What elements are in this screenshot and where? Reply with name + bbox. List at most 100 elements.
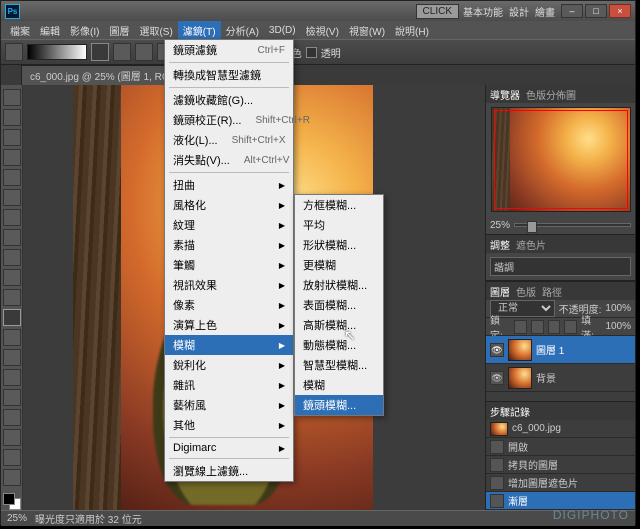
menu-0[interactable]: 檔案 <box>5 21 35 40</box>
gradient-angle-icon[interactable] <box>135 43 153 61</box>
tab-layers[interactable]: 圖層 <box>490 284 510 299</box>
navigator-zoom-slider[interactable] <box>514 223 631 227</box>
history-step[interactable]: 拷貝的圖層 <box>486 456 635 474</box>
visibility-icon[interactable]: 👁 <box>490 343 504 357</box>
tool-history-brush[interactable] <box>3 269 21 286</box>
menu-item[interactable]: 筆觸▶ <box>165 255 293 275</box>
close-button[interactable]: × <box>609 4 631 18</box>
tool-gradient[interactable] <box>3 309 21 326</box>
history-step[interactable]: 開啟 <box>486 438 635 456</box>
menu-1[interactable]: 編輯 <box>35 21 65 40</box>
lock-position-icon[interactable] <box>548 320 561 334</box>
menu-item[interactable]: 高斯模糊... <box>295 315 383 335</box>
menu-item[interactable]: 紋理▶ <box>165 215 293 235</box>
visibility-icon[interactable]: 👁 <box>490 371 504 385</box>
tool-eraser[interactable] <box>3 289 21 306</box>
menu-item[interactable]: 鏡頭校正(R)...Shift+Ctrl+R <box>165 110 293 130</box>
status-zoom[interactable]: 25% <box>7 513 27 524</box>
tool-zoom[interactable] <box>3 469 21 486</box>
history-snapshot[interactable]: c6_000.jpg <box>486 420 635 438</box>
maximize-button[interactable]: □ <box>585 4 607 18</box>
tab-history[interactable]: 步驟記錄 <box>490 404 530 419</box>
tool-hand[interactable] <box>3 449 21 466</box>
gradient-radial-icon[interactable] <box>113 43 131 61</box>
layer-row[interactable]: 👁圖層 1 <box>486 336 635 364</box>
menu-8[interactable]: 檢視(V) <box>301 21 344 40</box>
menu-4[interactable]: 選取(S) <box>134 21 177 40</box>
navigator-thumbnail[interactable] <box>491 107 631 212</box>
menu-item[interactable]: 鏡頭模糊... <box>295 395 383 415</box>
fill-value[interactable]: 100% <box>605 321 631 332</box>
fgbg-swatch[interactable] <box>3 493 21 510</box>
tool-crop[interactable] <box>3 169 21 186</box>
menu-item[interactable]: 表面模糊... <box>295 295 383 315</box>
menu-item[interactable]: 藝術風▶ <box>165 395 293 415</box>
layer-row[interactable]: 👁背景 <box>486 364 635 392</box>
tool-stamp[interactable] <box>3 249 21 266</box>
gradient-linear-icon[interactable] <box>91 43 109 61</box>
tool-lasso[interactable] <box>3 129 21 146</box>
minimize-button[interactable]: – <box>561 4 583 18</box>
menu-item[interactable]: 像素▶ <box>165 295 293 315</box>
tool-pen[interactable] <box>3 369 21 386</box>
menu-2[interactable]: 影像(I) <box>65 21 104 40</box>
workspace-paint[interactable]: 繪畫 <box>535 4 555 19</box>
tab-navigator[interactable]: 導覽器 <box>490 87 520 102</box>
tab-adjustments[interactable]: 調整 <box>490 237 510 252</box>
menu-item[interactable]: 視訊效果▶ <box>165 275 293 295</box>
menu-item[interactable]: 銳利化▶ <box>165 355 293 375</box>
menu-item[interactable]: 更模糊 <box>295 255 383 275</box>
menu-item[interactable]: 智慧型模糊... <box>295 355 383 375</box>
menu-item[interactable]: Digimarc▶ <box>165 440 293 456</box>
navigator-viewbox[interactable] <box>494 110 628 209</box>
menu-item[interactable]: 轉換成智慧型濾鏡 <box>165 65 293 85</box>
tab-paths[interactable]: 路徑 <box>542 284 562 299</box>
tool-dodge[interactable] <box>3 349 21 366</box>
tool-marquee[interactable] <box>3 109 21 126</box>
menu-7[interactable]: 3D(D) <box>264 23 301 38</box>
gradient-swatch[interactable] <box>27 44 87 60</box>
menu-item[interactable]: 其他▶ <box>165 415 293 435</box>
workspace-essentials[interactable]: 基本功能 <box>463 4 503 19</box>
tab-histogram[interactable]: 色版分佈圖 <box>526 87 576 102</box>
tool-eyedrop[interactable] <box>3 189 21 206</box>
lock-all-icon[interactable] <box>564 320 577 334</box>
menu-item[interactable]: 扭曲▶ <box>165 175 293 195</box>
tool-blur[interactable] <box>3 329 21 346</box>
menu-item[interactable]: 瀏覽線上濾鏡... <box>165 461 293 481</box>
tool-type[interactable] <box>3 389 21 406</box>
tool-wand[interactable] <box>3 149 21 166</box>
tab-channels[interactable]: 色版 <box>516 284 536 299</box>
tool-heal[interactable] <box>3 209 21 226</box>
menu-10[interactable]: 說明(H) <box>390 21 434 40</box>
history-step[interactable]: 增加圖層遮色片 <box>486 474 635 492</box>
menu-item[interactable]: 演算上色▶ <box>165 315 293 335</box>
menu-item[interactable]: 模糊▶ <box>165 335 293 355</box>
menu-item[interactable]: 模糊 <box>295 375 383 395</box>
menu-5[interactable]: 濾鏡(T) <box>178 21 221 40</box>
transparency-checkbox[interactable] <box>306 47 317 58</box>
tool-shape[interactable] <box>3 429 21 446</box>
tab-masks[interactable]: 遮色片 <box>516 237 546 252</box>
menu-item[interactable]: 素描▶ <box>165 235 293 255</box>
menu-item[interactable]: 方框模糊... <box>295 195 383 215</box>
menu-item[interactable]: 平均 <box>295 215 383 235</box>
menu-item[interactable]: 消失點(V)...Alt+Ctrl+V <box>165 150 293 170</box>
lock-pixels-icon[interactable] <box>531 320 544 334</box>
menu-item[interactable]: 濾鏡收藏館(G)... <box>165 90 293 110</box>
adjustment-select[interactable]: 諧調 <box>490 257 631 276</box>
menu-item[interactable]: 放射狀模糊... <box>295 275 383 295</box>
opacity-value[interactable]: 100% <box>605 303 631 314</box>
menu-item[interactable]: 雜訊▶ <box>165 375 293 395</box>
menu-9[interactable]: 視窗(W) <box>344 21 390 40</box>
menu-item[interactable]: 風格化▶ <box>165 195 293 215</box>
menu-3[interactable]: 圖層 <box>104 21 134 40</box>
tool-path[interactable] <box>3 409 21 426</box>
menu-item[interactable]: 鏡頭濾鏡Ctrl+F <box>165 40 293 60</box>
tool-move[interactable] <box>3 89 21 106</box>
tool-brush[interactable] <box>3 229 21 246</box>
menu-item[interactable]: 動態模糊... <box>295 335 383 355</box>
click-badge[interactable]: CLICK <box>416 4 459 19</box>
menu-item[interactable]: 液化(L)...Shift+Ctrl+X <box>165 130 293 150</box>
menu-item[interactable]: 形狀模糊... <box>295 235 383 255</box>
